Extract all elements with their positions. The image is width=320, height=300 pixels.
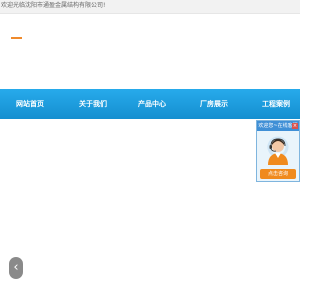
nav-item-factory[interactable]: 厂房展示 <box>194 89 234 119</box>
service-close-button[interactable]: × <box>292 123 298 129</box>
chevron-left-icon: ‹ <box>13 260 19 275</box>
customer-service-agent-icon <box>267 136 289 165</box>
nav-item-cases[interactable]: 工程案例 <box>256 89 296 119</box>
welcome-text: 欢迎光临沈阳市通盈金属结构有限公司! <box>1 2 106 9</box>
online-service-widget: 欢迎您~在线客服 × 点击咨询 <box>256 120 300 182</box>
nav-item-about[interactable]: 关于我们 <box>73 89 113 119</box>
slider-prev-button[interactable]: ‹ <box>9 257 23 279</box>
main-nav: 网站首页 关于我们 产品中心 厂房展示 工程案例 <box>0 89 300 119</box>
consult-button[interactable]: 点击咨询 <box>260 169 296 179</box>
top-bar: 欢迎光临沈阳市通盈金属结构有限公司! <box>0 0 300 14</box>
logo-mark <box>11 37 22 39</box>
nav-item-home[interactable]: 网站首页 <box>10 89 50 119</box>
nav-item-products[interactable]: 产品中心 <box>132 89 172 119</box>
